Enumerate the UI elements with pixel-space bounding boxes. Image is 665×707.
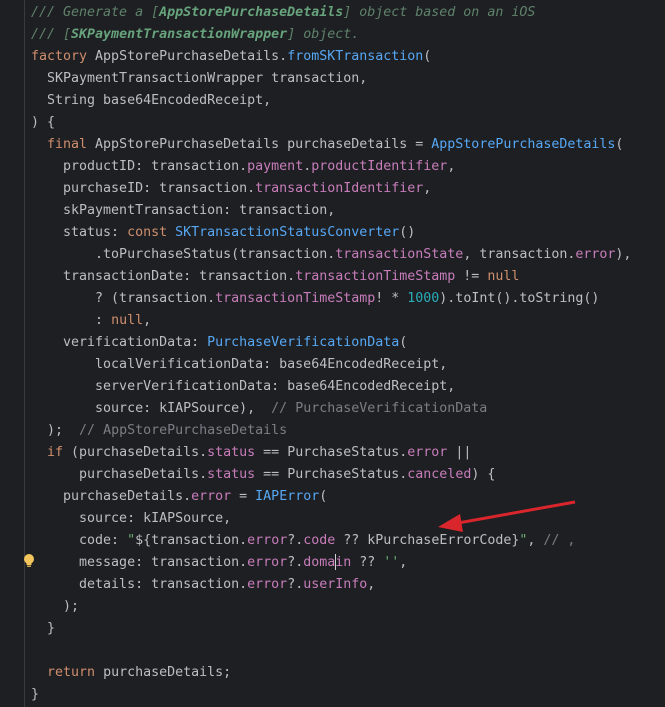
red-arrow-icon: [438, 500, 576, 532]
code-editor[interactable]: /// Generate a [AppStorePurchaseDetails]…: [0, 0, 665, 707]
